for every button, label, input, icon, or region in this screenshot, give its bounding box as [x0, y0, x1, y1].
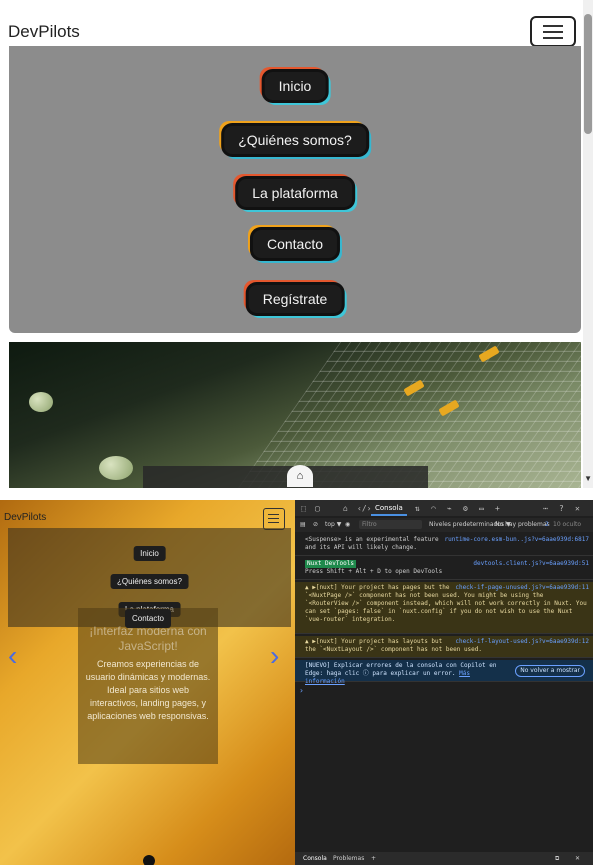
console-filter-bar: ▤ ⊘ top ▼ ◉ Filtro Niveles predeterminad…	[295, 518, 593, 532]
hamburger-line	[268, 518, 279, 519]
message-source-link[interactable]: runtime-core.esm-bun..js?v=6aae939d:6817	[445, 536, 590, 544]
inspect-icon[interactable]: ⬚	[301, 504, 306, 513]
message-text: <Suspense> is an experimental feature an…	[305, 536, 439, 551]
message-source-link[interactable]: devtools.client.js?v=6aae939d:51	[473, 560, 589, 568]
problems-label[interactable]: No hay problemas	[495, 521, 550, 528]
nav-item-registrate[interactable]: Regístrate	[248, 285, 342, 313]
hamburger-line	[268, 514, 279, 515]
message-text: Press Shift + Alt + D to open DevTools	[305, 568, 443, 575]
hamburger-line	[268, 522, 279, 523]
sidebar-toggle-icon[interactable]: ▤	[300, 521, 306, 528]
message-source-link[interactable]: check-if-page-unused.js?v=6aae939d:11	[455, 584, 589, 592]
mobile-page-view: DevPilots Inicio ¿Quiénes somos? La plat…	[0, 0, 593, 488]
scrollbar-thumb[interactable]	[584, 14, 592, 134]
dock-icon[interactable]: ⧉	[555, 855, 559, 863]
help-icon[interactable]: ?	[559, 504, 564, 513]
context-select[interactable]: top ▼	[325, 521, 341, 528]
copilot-info-message: [NUEVO] Explicar errores de la consola c…	[295, 660, 593, 685]
dont-show-again-button[interactable]: No volver a mostrar	[515, 665, 585, 677]
devtools-panel: ⬚ ▢ ⌂ ‹/› Consola ⇅ ◠ ⌁ ⚙ ▭ + ⋯ ? ✕ ▤ ⊘ …	[295, 500, 593, 865]
settings-icon[interactable]: ⚙	[463, 504, 468, 513]
elements-icon[interactable]: ‹/›	[357, 504, 371, 513]
feature-card: Contacto ¡Interfaz moderna con JavaScrip…	[78, 608, 218, 764]
nav-item-inicio[interactable]: Inicio	[264, 72, 326, 100]
application-icon[interactable]: ▭	[479, 504, 484, 513]
nav-dropdown-panel: Inicio ¿Quiénes somos? La plataforma Con…	[9, 46, 581, 333]
hamburger-menu-button[interactable]	[263, 508, 285, 530]
hero-ball	[29, 392, 53, 412]
console-warning[interactable]: check-if-layout-used.js?v=6aae939d:12 ▲ …	[295, 636, 593, 658]
hamburger-line	[543, 25, 563, 27]
carousel-caption-bar	[143, 466, 428, 488]
network-icon[interactable]: ⇅	[415, 504, 420, 513]
desktop-with-devtools: DevPilots Inicio ¿Quiénes somos? La plat…	[0, 500, 593, 865]
console-message[interactable]: devtools.client.js?v=6aae939d:51 Nuxt De…	[295, 558, 593, 580]
performance-icon[interactable]: ⌁	[447, 504, 452, 513]
card-title: ¡Interfaz moderna con JavaScript!	[89, 624, 207, 653]
add-tab-icon[interactable]: +	[495, 504, 500, 513]
hamburger-menu-button[interactable]	[530, 16, 576, 47]
problems-count: 2	[545, 521, 549, 528]
card-body: Creamos experiencias de usuario dinámica…	[85, 659, 211, 721]
brand-logo[interactable]: DevPilots	[4, 512, 46, 523]
scroll-down-arrow-icon[interactable]: ▼	[584, 474, 592, 483]
devtools-toolbar: ⬚ ▢ ⌂ ‹/› Consola ⇅ ◠ ⌁ ⚙ ▭ + ⋯ ? ✕	[295, 500, 593, 516]
nav-item-quienes-somos[interactable]: ¿Quiénes somos?	[224, 126, 366, 154]
nav-item-contacto[interactable]: Contacto	[252, 230, 338, 258]
clear-console-icon[interactable]: ⊘	[313, 521, 318, 528]
hamburger-line	[543, 37, 563, 39]
console-warning[interactable]: check-if-page-unused.js?v=6aae939d:11 ▲ …	[295, 582, 593, 634]
wifi-icon[interactable]: ◠	[431, 504, 436, 513]
scrollbar[interactable]: ▼	[583, 0, 593, 488]
app-logo-icon[interactable]	[143, 855, 155, 865]
carousel-next-icon[interactable]: ›	[270, 640, 279, 672]
nav-item-quienes-somos[interactable]: ¿Quiénes somos?	[110, 574, 189, 589]
tab-console[interactable]: Consola	[371, 502, 407, 516]
hero-ball	[99, 456, 133, 480]
eye-icon[interactable]: ◉	[345, 521, 350, 528]
message-source-link[interactable]: check-if-layout-used.js?v=6aae939d:12	[455, 638, 589, 646]
drawer-tab-problems[interactable]: Problemas	[333, 855, 364, 862]
more-icon[interactable]: ⋯	[543, 504, 548, 513]
app-logo-icon[interactable]: ⌂	[287, 465, 313, 487]
home-icon[interactable]: ⌂	[343, 504, 348, 513]
nav-item-contacto[interactable]: Contacto	[124, 609, 172, 628]
close-drawer-icon[interactable]: ✕	[575, 855, 580, 862]
brand-logo[interactable]: DevPilots	[8, 22, 80, 42]
nuxt-devtools-tag: Nuxt DevTools	[305, 560, 356, 568]
console-prompt[interactable]: ›	[299, 686, 304, 695]
console-message[interactable]: runtime-core.esm-bun..js?v=6aae939d:6817…	[295, 534, 593, 556]
filter-input[interactable]: Filtro	[359, 520, 422, 529]
drawer-tab-console[interactable]: Consola	[303, 855, 327, 862]
close-icon[interactable]: ✕	[575, 504, 580, 513]
nav-item-inicio[interactable]: Inicio	[133, 546, 166, 561]
nav-item-plataforma[interactable]: La plataforma	[238, 179, 352, 207]
drawer-tabs: Consola Problemas + ⧉ ✕	[295, 852, 593, 865]
carousel-prev-icon[interactable]: ‹	[8, 640, 17, 672]
device-icon[interactable]: ▢	[315, 504, 320, 513]
page-viewport: DevPilots Inicio ¿Quiénes somos? La plat…	[0, 500, 295, 865]
drawer-add-tab[interactable]: +	[371, 855, 376, 862]
hidden-count: 10 oculto	[553, 521, 582, 528]
hamburger-line	[543, 31, 563, 33]
